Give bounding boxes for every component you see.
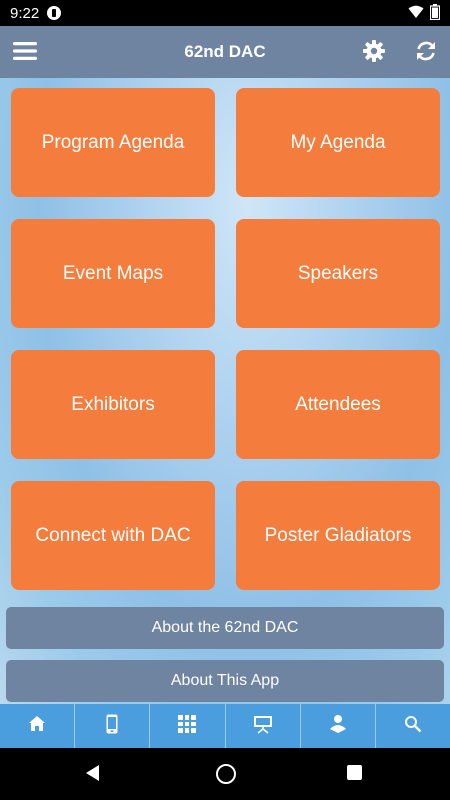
app-bar: 62nd DAC: [0, 26, 450, 78]
about-app-button[interactable]: About This App: [6, 660, 444, 702]
tab-badge[interactable]: [301, 704, 376, 748]
phone-icon: [106, 714, 118, 739]
tab-search[interactable]: [376, 704, 450, 748]
refresh-icon[interactable]: [414, 39, 438, 68]
poster-gladiators-tile[interactable]: Poster Gladiators: [236, 481, 440, 590]
badge-user-icon: [328, 714, 348, 739]
gear-icon[interactable]: [362, 39, 386, 68]
connect-with-dac-tile[interactable]: Connect with DAC: [11, 481, 215, 590]
tab-presentation[interactable]: [226, 704, 301, 748]
qr-code-icon: [177, 714, 197, 739]
home-icon: [28, 715, 46, 737]
search-icon: [404, 715, 422, 738]
attendees-tile[interactable]: Attendees: [236, 350, 440, 459]
status-time: 9:22: [10, 4, 40, 22]
tab-qr-code[interactable]: [150, 704, 226, 748]
program-agenda-tile[interactable]: Program Agenda: [11, 88, 215, 197]
tab-home[interactable]: [0, 704, 76, 748]
notification-app-icon: [47, 6, 62, 20]
home-button-icon[interactable]: [216, 764, 236, 784]
wifi-icon: [408, 5, 424, 24]
system-nav-bar: [0, 748, 450, 800]
speakers-tile[interactable]: Speakers: [236, 219, 440, 328]
recent-apps-icon[interactable]: [347, 765, 362, 780]
battery-icon: [429, 4, 441, 25]
event-maps-tile[interactable]: Event Maps: [11, 219, 215, 328]
exhibitors-tile[interactable]: Exhibitors: [11, 350, 215, 459]
bottom-tab-bar: [0, 704, 450, 748]
tab-phone[interactable]: [75, 704, 151, 748]
my-agenda-tile[interactable]: My Agenda: [236, 88, 440, 197]
back-icon[interactable]: [84, 764, 102, 787]
about-dac-button[interactable]: About the 62nd DAC: [6, 607, 444, 649]
home-grid: Program Agenda My Agenda Event Maps Spea…: [0, 78, 450, 704]
presentation-icon: [253, 714, 273, 739]
status-bar: 9:22: [0, 0, 450, 26]
